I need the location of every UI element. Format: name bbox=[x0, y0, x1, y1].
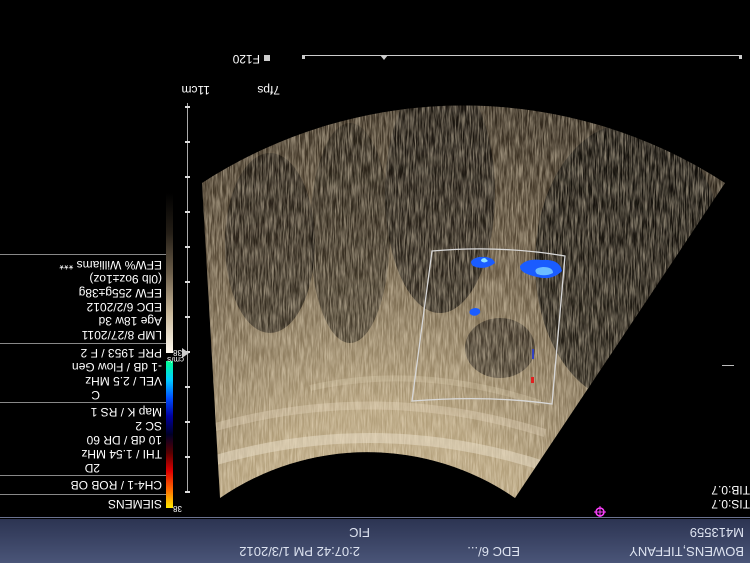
cms-top-value: 38 bbox=[173, 504, 182, 513]
speckle-control: SC 2 bbox=[135, 419, 162, 433]
thi-frequency: THI / 1.54 MHz bbox=[81, 447, 162, 461]
flow-gain: -1 dB / Flow Gen bbox=[71, 360, 162, 374]
timeline-end-mark bbox=[739, 56, 742, 59]
settings-panel: SIEMENS CH4-1 / ROB OB 2D THI / 1.54 MHz… bbox=[0, 254, 170, 513]
patient-mrn: M413559 bbox=[689, 525, 744, 540]
rotated-display: BOWENS,TIFFANY EDC 6/... 2:07:42 PM 1/3/… bbox=[0, 0, 750, 563]
efw-pounds: (0lb 9oz±1oz) bbox=[89, 272, 162, 286]
depth-tick bbox=[185, 176, 190, 178]
depth-tick bbox=[185, 211, 190, 213]
depth-tick bbox=[185, 141, 190, 143]
depth-tick bbox=[185, 316, 190, 318]
edc-short: EDC 6/... bbox=[467, 544, 520, 559]
frame-rate: 7fps bbox=[257, 83, 280, 97]
depth-scale bbox=[181, 103, 193, 493]
grayscale-bar bbox=[166, 193, 173, 353]
patient-name: BOWENS,TIFFANY bbox=[629, 544, 744, 559]
timeline-end-mark bbox=[302, 56, 305, 59]
sector-group bbox=[202, 105, 725, 498]
gestational-age: Age 18w 3d bbox=[98, 314, 162, 328]
map-setting: Map K / RS 1 bbox=[90, 405, 162, 419]
panel-divider bbox=[0, 254, 170, 255]
mode-2d-label: 2D bbox=[84, 461, 100, 475]
depth-tick bbox=[185, 246, 190, 248]
depth-tick bbox=[185, 491, 190, 493]
exam-label: FIC bbox=[349, 525, 370, 540]
probe-preset: CH4-1 / ROB OB bbox=[70, 478, 162, 492]
prf-setting: PRF 1953 / F 2 bbox=[80, 346, 162, 360]
depth-tick bbox=[185, 386, 190, 388]
thermal-indices: TIS:0.7 TIB:0.7 bbox=[660, 483, 750, 511]
mode-color-label: C bbox=[91, 388, 100, 402]
depth-tick bbox=[185, 106, 190, 108]
efw-grams: EFW 255g±38g bbox=[78, 286, 162, 300]
velocity-frequency: VEL / 2.5 MHz bbox=[85, 374, 162, 388]
panel-divider bbox=[0, 402, 170, 403]
ultrasound-screen: BOWENS,TIFFANY EDC 6/... 2:07:42 PM 1/3/… bbox=[0, 0, 750, 563]
efw-percentile: EFW% Williams *** bbox=[59, 258, 162, 272]
status-divider bbox=[0, 517, 750, 518]
depth-tick bbox=[185, 281, 190, 283]
focus-label: F120 bbox=[232, 52, 260, 66]
panel-divider bbox=[0, 343, 170, 344]
brand-label: SIEMENS bbox=[107, 497, 162, 511]
exam-datetime: 2:07:42 PM 1/3/2012 bbox=[239, 544, 360, 559]
depth-tick bbox=[185, 421, 190, 423]
patient-bar: BOWENS,TIFFANY EDC 6/... 2:07:42 PM 1/3/… bbox=[0, 519, 750, 563]
depth-scale-line bbox=[187, 103, 188, 493]
panel-divider bbox=[0, 475, 170, 476]
depth-tick bbox=[185, 456, 190, 458]
flow-blue-dot bbox=[532, 349, 534, 359]
gain-dynamic-range: 10 dB / DR 60 bbox=[86, 433, 162, 447]
side-dash-mark bbox=[722, 365, 734, 366]
color-flow-scale-bar bbox=[166, 361, 173, 508]
tib-value: TIB:0.7 bbox=[711, 483, 750, 497]
depth-value: 11cm bbox=[181, 83, 210, 97]
speckle-texture bbox=[202, 105, 725, 498]
panel-divider bbox=[0, 494, 170, 495]
focus-square-icon bbox=[264, 55, 270, 61]
lmp-date: LMP 8/27/2011 bbox=[81, 328, 162, 342]
focal-zone-triangle-icon bbox=[380, 55, 388, 60]
focal-depth-marker-icon bbox=[182, 348, 189, 358]
edc-date: EDC 6/2/2012 bbox=[86, 300, 162, 314]
tis-value: TIS:0.7 bbox=[711, 497, 750, 511]
flow-red-dot bbox=[531, 377, 534, 383]
frame-timeline bbox=[302, 55, 742, 56]
